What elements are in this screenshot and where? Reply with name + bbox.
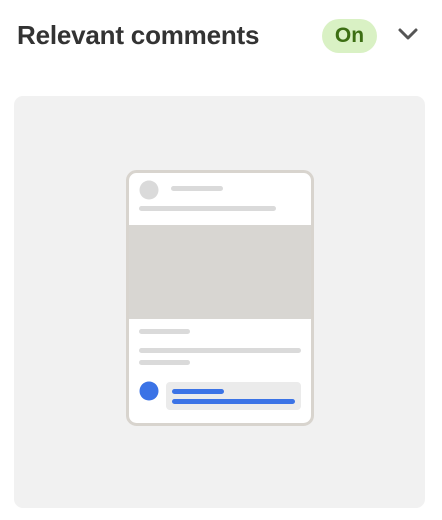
caption-line-3 — [139, 360, 190, 365]
preview-card — [14, 96, 425, 508]
post-avatar — [139, 180, 159, 200]
chevron-down-icon — [397, 27, 419, 46]
comment-avatar — [139, 381, 159, 401]
comment-bubble — [166, 382, 301, 410]
expand-toggle-button[interactable] — [392, 22, 424, 50]
comment-line-2 — [172, 399, 295, 404]
section-title: Relevant comments — [17, 20, 260, 50]
caption-line-2 — [139, 348, 301, 353]
settings-header: Relevant comments On — [0, 0, 442, 72]
phone-comment-preview-icon — [126, 170, 314, 426]
post-text-line — [139, 206, 276, 211]
comment-line-1 — [172, 389, 224, 394]
status-badge[interactable]: On — [322, 19, 377, 53]
post-image — [129, 225, 311, 319]
caption-line-1 — [139, 329, 190, 334]
post-name-line — [171, 186, 223, 191]
